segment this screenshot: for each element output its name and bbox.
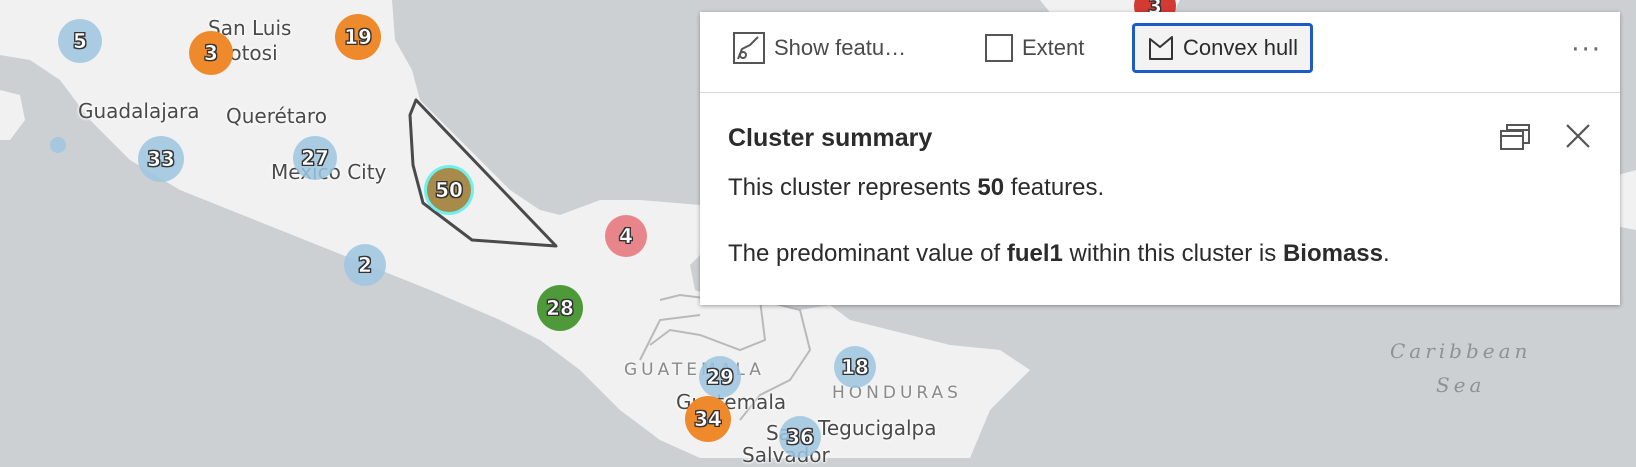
single-feature-point — [50, 137, 66, 153]
cluster-count: 19 — [344, 25, 372, 50]
summary-text: . — [1382, 240, 1390, 267]
sea-label-line1: Caribbean — [1390, 339, 1532, 363]
feature-count: 50 — [977, 174, 1005, 201]
cluster-marker-selected[interactable]: 50 — [427, 168, 471, 212]
popup-title: Cluster summary — [728, 124, 933, 152]
convex-hull-label: Convex hull — [1183, 35, 1298, 60]
summary-line-predominant: The predominant value of fuel1 within th… — [728, 240, 1390, 268]
show-features-label: Show featu… — [774, 35, 907, 60]
dock-icon — [1500, 124, 1530, 150]
cluster-marker[interactable]: 34 — [685, 396, 731, 442]
cluster-count: 27 — [301, 146, 329, 171]
cluster-marker[interactable]: 36 — [779, 416, 821, 458]
show-features-icon — [733, 32, 765, 64]
close-button[interactable] — [1562, 120, 1594, 156]
cluster-count: 36 — [786, 425, 814, 450]
summary-text: This cluster represents — [728, 174, 978, 201]
summary-text: features. — [1004, 174, 1105, 201]
summary-text: The predominant value of — [728, 240, 1007, 267]
cluster-marker[interactable]: 5 — [58, 19, 102, 63]
place-label: Guadalajara — [78, 99, 200, 123]
cluster-marker[interactable]: 33 — [138, 136, 184, 182]
cluster-marker[interactable]: 3 — [189, 31, 233, 75]
summary-text: within this cluster is — [1062, 240, 1283, 267]
sea-label: Caribbean Sea — [1390, 334, 1531, 402]
field-name: fuel1 — [1006, 240, 1063, 267]
cluster-count: 2 — [358, 253, 373, 278]
extent-icon — [985, 34, 1013, 62]
convex-hull-icon — [1149, 36, 1173, 60]
country-label: GUATEMALA — [624, 360, 765, 380]
extent-button[interactable]: Extent — [984, 23, 1084, 73]
extent-label: Extent — [1022, 35, 1085, 60]
close-icon — [1566, 124, 1590, 148]
more-actions-button[interactable]: ··· — [1571, 37, 1602, 63]
cluster-marker[interactable]: 29 — [699, 356, 741, 398]
cluster-count: 33 — [147, 147, 175, 172]
cluster-marker[interactable]: 18 — [834, 346, 876, 388]
dock-button[interactable] — [1498, 120, 1532, 158]
sea-label-line2: Sea — [1435, 373, 1486, 397]
cluster-count: 4 — [619, 224, 634, 249]
cluster-count: 5 — [73, 29, 88, 54]
convex-hull-button[interactable]: Convex hull — [1132, 23, 1313, 73]
cluster-marker[interactable]: 27 — [293, 136, 337, 180]
predominant-value: Biomass — [1282, 240, 1383, 267]
popup-action-bar: Show featu… Extent Convex hull ··· — [700, 12, 1620, 93]
cluster-marker[interactable]: 19 — [335, 14, 381, 60]
show-features-button[interactable]: Show featu… — [732, 23, 906, 73]
cluster-count: 50 — [435, 178, 463, 203]
cluster-count: 34 — [694, 407, 722, 432]
summary-line-count: This cluster represents 50 features. — [728, 174, 1104, 202]
cluster-marker[interactable]: 28 — [537, 285, 583, 331]
place-label: Querétaro — [226, 104, 327, 128]
cluster-count: 29 — [706, 365, 734, 390]
cluster-marker[interactable]: 4 — [605, 215, 647, 257]
cluster-count: 18 — [841, 355, 869, 380]
cluster-count: 3 — [204, 41, 219, 66]
popup: Show featu… Extent Convex hull ··· Clust… — [700, 12, 1620, 305]
place-label: Tegucigalpa — [818, 416, 937, 440]
cluster-marker[interactable]: 2 — [344, 244, 386, 286]
cluster-count: 28 — [546, 296, 574, 321]
